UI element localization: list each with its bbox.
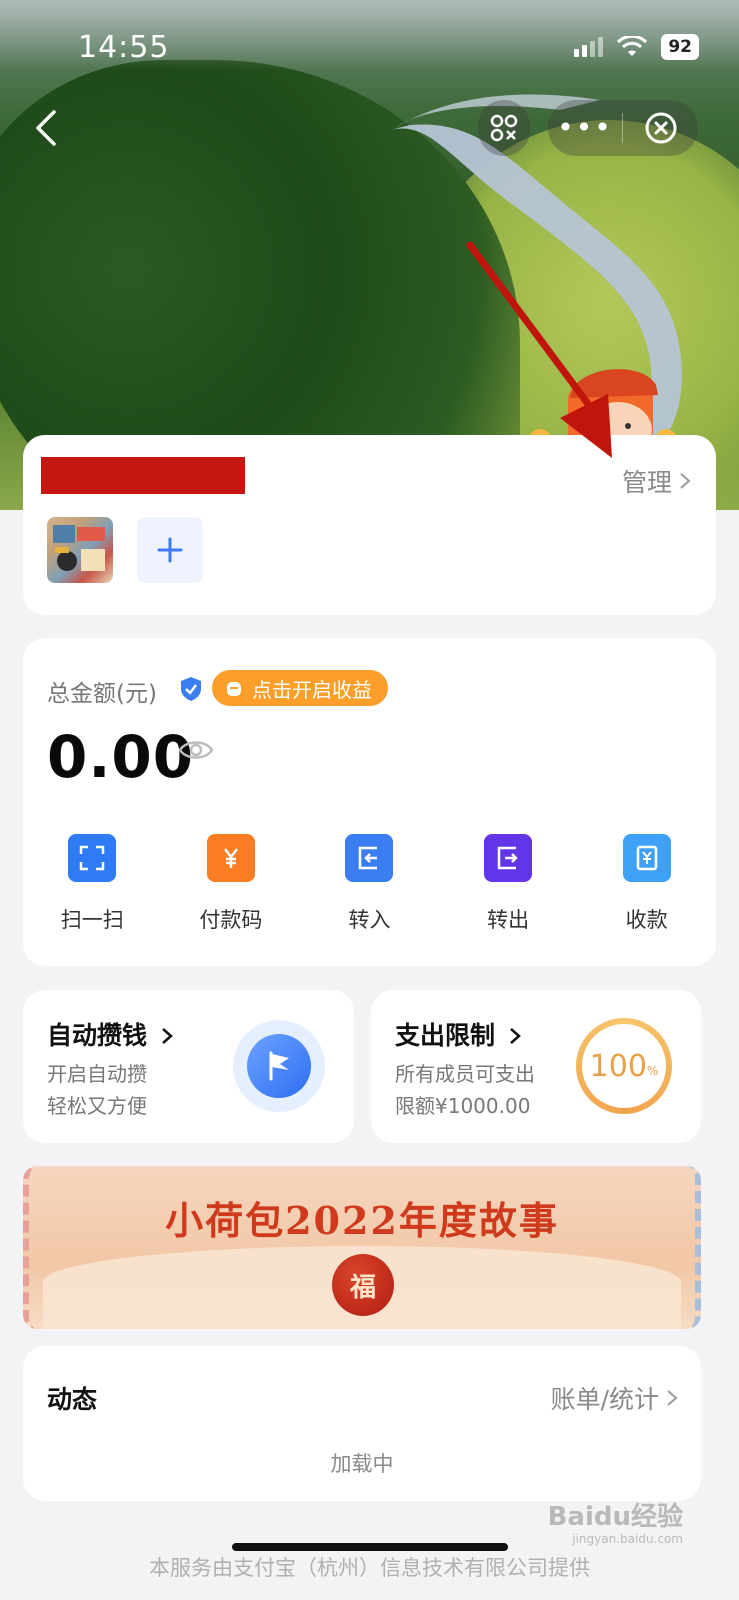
- action-receive[interactable]: 收款: [577, 834, 716, 934]
- action-transfer-in[interactable]: 转入: [300, 834, 439, 934]
- chevron-right-icon: [680, 473, 691, 489]
- back-icon[interactable]: [28, 106, 68, 150]
- share-icon: [490, 114, 518, 142]
- flag-icon: [269, 1051, 289, 1081]
- avatar-image: [53, 525, 105, 571]
- add-member-button[interactable]: [137, 517, 203, 583]
- shield-icon: [181, 677, 201, 701]
- chevron-right-icon: [509, 1028, 521, 1044]
- action-label: 付款码: [199, 908, 263, 932]
- more-button[interactable]: •••: [548, 100, 622, 156]
- spend-limit-card[interactable]: 支出限制 所有成员可支出 限额¥1000.00 100 %: [371, 990, 701, 1143]
- watermark-url: jingyan.baidu.com: [572, 1532, 683, 1546]
- close-icon: [645, 112, 676, 144]
- signal-icon: [574, 37, 604, 57]
- manage-label: 管理: [621, 468, 672, 497]
- wifi-icon: [617, 36, 648, 56]
- coin-jar-icon: [227, 682, 241, 696]
- action-pay-code[interactable]: 付款码: [162, 834, 301, 934]
- bills-stats-label: 账单/统计: [550, 1385, 659, 1414]
- banner-title: 小荷包2022年度故事: [165, 1198, 559, 1243]
- transfer-out-icon: [484, 834, 533, 882]
- limit-percent: 100: [589, 1048, 647, 1084]
- scan-icon: [68, 834, 117, 882]
- spend-limit-line2: 限额¥1000.00: [395, 1094, 531, 1118]
- activity-title: 动态: [47, 1385, 98, 1414]
- transfer-in-icon: [345, 834, 394, 882]
- total-amount-label: 总金额(元): [47, 681, 157, 707]
- spend-limit-title: 支出限制: [395, 1016, 522, 1052]
- manage-link[interactable]: 管理: [622, 463, 692, 499]
- balance-card: 总金额(元) 点击开启收益 0.00 扫一扫 付款码 转入 转出 收款: [23, 638, 716, 966]
- earn-button-label: 点击开启收益: [252, 677, 372, 702]
- action-label: 扫一扫: [60, 908, 124, 932]
- yen-icon: [206, 834, 255, 882]
- eye-icon[interactable]: [178, 737, 214, 763]
- members-card: 管理: [23, 435, 716, 615]
- auto-save-card[interactable]: 自动攒钱 开启自动攒 轻松又方便: [23, 990, 354, 1143]
- chevron-right-icon: [161, 1028, 173, 1044]
- action-label: 收款: [625, 908, 668, 932]
- limit-percent-unit: %: [646, 1064, 659, 1078]
- auto-save-title: 自动攒钱: [47, 1016, 174, 1052]
- flag-badge: [233, 1020, 325, 1112]
- share-button[interactable]: [478, 100, 530, 156]
- close-button[interactable]: [623, 111, 698, 145]
- earn-button[interactable]: 点击开启收益: [212, 670, 388, 706]
- action-scan[interactable]: 扫一扫: [23, 834, 162, 934]
- auto-save-line1: 开启自动攒: [47, 1062, 147, 1086]
- chevron-right-icon: [667, 1390, 678, 1406]
- redacted-name: [41, 457, 245, 494]
- footer-text: 本服务由支付宝（杭州）信息技术有限公司提供: [149, 1556, 590, 1580]
- quick-actions: 扫一扫 付款码 转入 转出 收款: [23, 834, 716, 934]
- action-label: 转入: [348, 908, 391, 932]
- receive-icon: [622, 834, 671, 882]
- plus-icon: [157, 537, 183, 563]
- balance-amount: 0.00: [47, 723, 195, 791]
- action-transfer-out[interactable]: 转出: [439, 834, 578, 934]
- bills-stats-link[interactable]: 账单/统计: [551, 1380, 679, 1416]
- member-avatar[interactable]: [47, 517, 113, 583]
- action-label: 转出: [487, 908, 530, 932]
- home-indicator[interactable]: [232, 1543, 508, 1551]
- wax-seal-icon: 福: [332, 1254, 394, 1316]
- spend-limit-line1: 所有成员可支出: [395, 1062, 535, 1086]
- auto-save-line2: 轻松又方便: [47, 1094, 147, 1118]
- miniapp-capsule: •••: [548, 100, 698, 156]
- limit-progress-ring: 100 %: [576, 1018, 672, 1114]
- loading-text: 加载中: [330, 1452, 394, 1476]
- annual-story-banner[interactable]: 小荷包2022年度故事 福: [23, 1166, 701, 1329]
- watermark-logo: Baidu经验: [547, 1502, 683, 1532]
- status-icons: 92: [574, 34, 699, 60]
- battery-icon: 92: [661, 34, 699, 60]
- activity-card: 动态 账单/统计 加载中: [23, 1346, 701, 1501]
- status-time: 14:55: [78, 30, 170, 65]
